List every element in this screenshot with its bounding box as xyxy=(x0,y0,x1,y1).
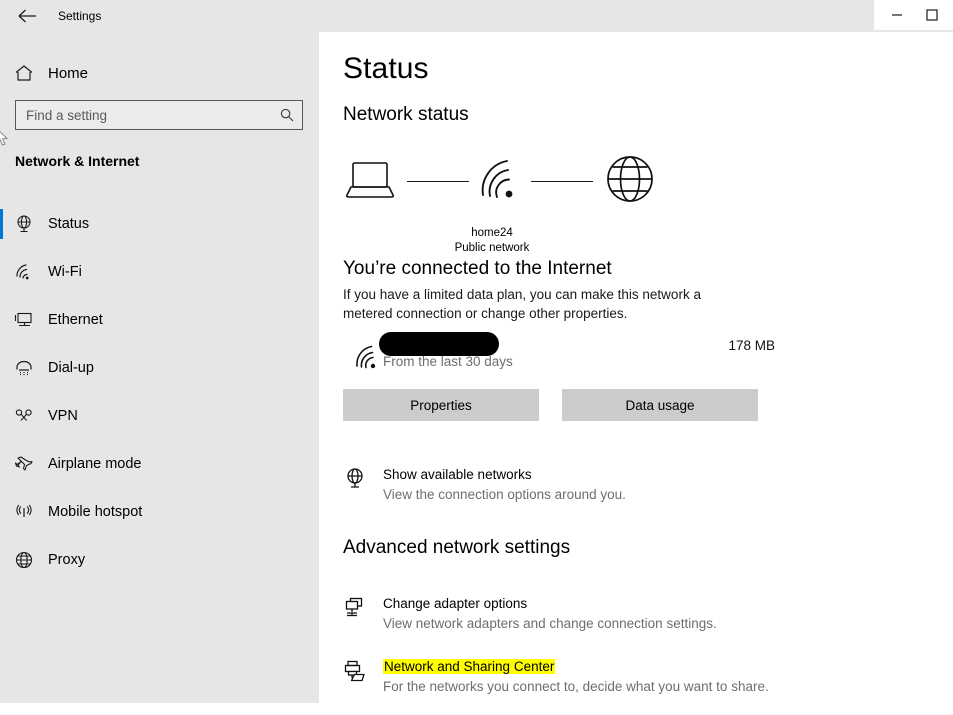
show-available-networks-subtitle: View the connection options around you. xyxy=(383,487,626,502)
show-available-networks-title: Show available networks xyxy=(383,467,532,482)
diagram-caption: home24 Public network xyxy=(427,226,557,256)
change-adapter-options-subtitle: View network adapters and change connect… xyxy=(383,616,717,631)
highlighted-link-text[interactable]: Network and Sharing Center xyxy=(383,659,556,674)
vpn-key-icon xyxy=(0,407,48,425)
settings-window: Settings Home Find a setting Network & I… xyxy=(0,0,953,715)
show-available-networks-row[interactable]: Show available networks View the connect… xyxy=(343,465,903,504)
connected-description: If you have a limited data plan, you can… xyxy=(343,287,701,321)
airplane-icon xyxy=(0,455,48,473)
maximize-button[interactable] xyxy=(920,0,953,30)
sidebar-item-ethernet-label: Ethernet xyxy=(48,312,103,328)
properties-button[interactable]: Properties xyxy=(343,389,539,421)
minimize-button[interactable] xyxy=(874,0,920,30)
laptop-icon xyxy=(343,157,397,206)
sidebar-item-status-label: Status xyxy=(48,216,90,232)
ethernet-icon xyxy=(0,311,48,329)
globe-icon xyxy=(603,152,657,211)
sidebar-item-airplane-mode[interactable]: Airplane mode xyxy=(0,440,319,488)
search-input[interactable] xyxy=(26,107,278,123)
change-adapter-options-row[interactable]: Change adapter options View network adap… xyxy=(343,594,903,633)
network-diagram: home24 Public network xyxy=(343,152,673,254)
globe-monitor-icon xyxy=(0,214,48,234)
minimize-icon xyxy=(892,14,902,16)
sidebar-item-vpn-label: VPN xyxy=(48,408,78,424)
globe-icon xyxy=(0,550,48,570)
network-type: Public network xyxy=(454,242,530,254)
maximize-icon xyxy=(926,9,938,21)
change-adapter-options-title: Change adapter options xyxy=(383,596,528,611)
sidebar-category-title: Network & Internet xyxy=(15,153,140,169)
sidebar: Home Network & Internet xyxy=(0,32,319,703)
sidebar-item-wi-fi-label: Wi-Fi xyxy=(48,264,82,280)
diagram-connector-line xyxy=(531,181,593,182)
sidebar-item-home[interactable]: Home xyxy=(0,54,319,92)
search-container xyxy=(15,100,303,130)
sidebar-item-wi-fi[interactable]: Wi-Fi xyxy=(0,248,319,296)
sidebar-item-vpn[interactable]: VPN xyxy=(0,392,319,440)
window-title: Settings xyxy=(58,9,102,23)
window-controls xyxy=(874,0,953,32)
diagram-connector-line xyxy=(407,181,469,182)
sidebar-item-ethernet[interactable]: Ethernet xyxy=(0,296,319,344)
adapter-monitors-icon xyxy=(343,594,383,633)
sidebar-item-status[interactable]: Status xyxy=(0,200,319,248)
sidebar-item-dial-up-label: Dial-up xyxy=(48,360,94,376)
globe-monitor-icon xyxy=(343,465,383,504)
network-and-sharing-center-subtitle: For the networks you connect to, decide … xyxy=(383,679,769,694)
sidebar-item-proxy[interactable]: Proxy xyxy=(0,536,319,584)
redacted-network-name xyxy=(379,332,499,356)
network-name: home24 xyxy=(471,227,513,239)
connected-heading: You’re connected to the Internet xyxy=(343,258,612,279)
sidebar-item-mobile-hotspot[interactable]: Mobile hotspot xyxy=(0,488,319,536)
sidebar-item-home-label: Home xyxy=(48,64,89,82)
back-arrow-icon xyxy=(18,9,36,23)
sidebar-item-airplane-mode-label: Airplane mode xyxy=(48,456,142,472)
dialup-phone-icon xyxy=(0,359,48,377)
network-status-heading: Network status xyxy=(343,104,469,125)
mouse-cursor xyxy=(0,131,9,146)
sidebar-nav: Status Wi-Fi Ethernet Dial-up VPN Airpla… xyxy=(0,200,319,584)
wifi-icon xyxy=(355,344,381,375)
title-bar: Settings xyxy=(0,0,953,32)
main-content: Status Network status home24 Public netw… xyxy=(319,32,953,715)
sidebar-item-mobile-hotspot-label: Mobile hotspot xyxy=(48,504,143,520)
sidebar-item-dial-up[interactable]: Dial-up xyxy=(0,344,319,392)
usage-period: From the last 30 days xyxy=(383,354,513,369)
hotspot-icon xyxy=(0,503,48,521)
search-icon[interactable] xyxy=(278,108,296,122)
search-box[interactable] xyxy=(15,100,303,130)
wifi-icon xyxy=(479,157,521,206)
back-button[interactable] xyxy=(8,0,48,32)
network-and-sharing-center-title: Network and Sharing Center xyxy=(383,657,769,676)
selection-indicator xyxy=(0,209,3,239)
home-icon xyxy=(0,64,48,82)
data-usage-button[interactable]: Data usage xyxy=(562,389,758,421)
sidebar-item-proxy-label: Proxy xyxy=(48,552,86,568)
network-and-sharing-center-row[interactable]: Network and Sharing Center For the netwo… xyxy=(343,657,903,696)
sharing-printer-folder-icon xyxy=(343,657,383,696)
advanced-settings-heading: Advanced network settings xyxy=(343,537,571,558)
wifi-icon xyxy=(0,263,48,281)
page-title: Status xyxy=(343,52,429,85)
usage-amount: 178 MB xyxy=(728,338,775,353)
data-usage-summary: From the last 30 days 178 MB xyxy=(343,332,775,378)
